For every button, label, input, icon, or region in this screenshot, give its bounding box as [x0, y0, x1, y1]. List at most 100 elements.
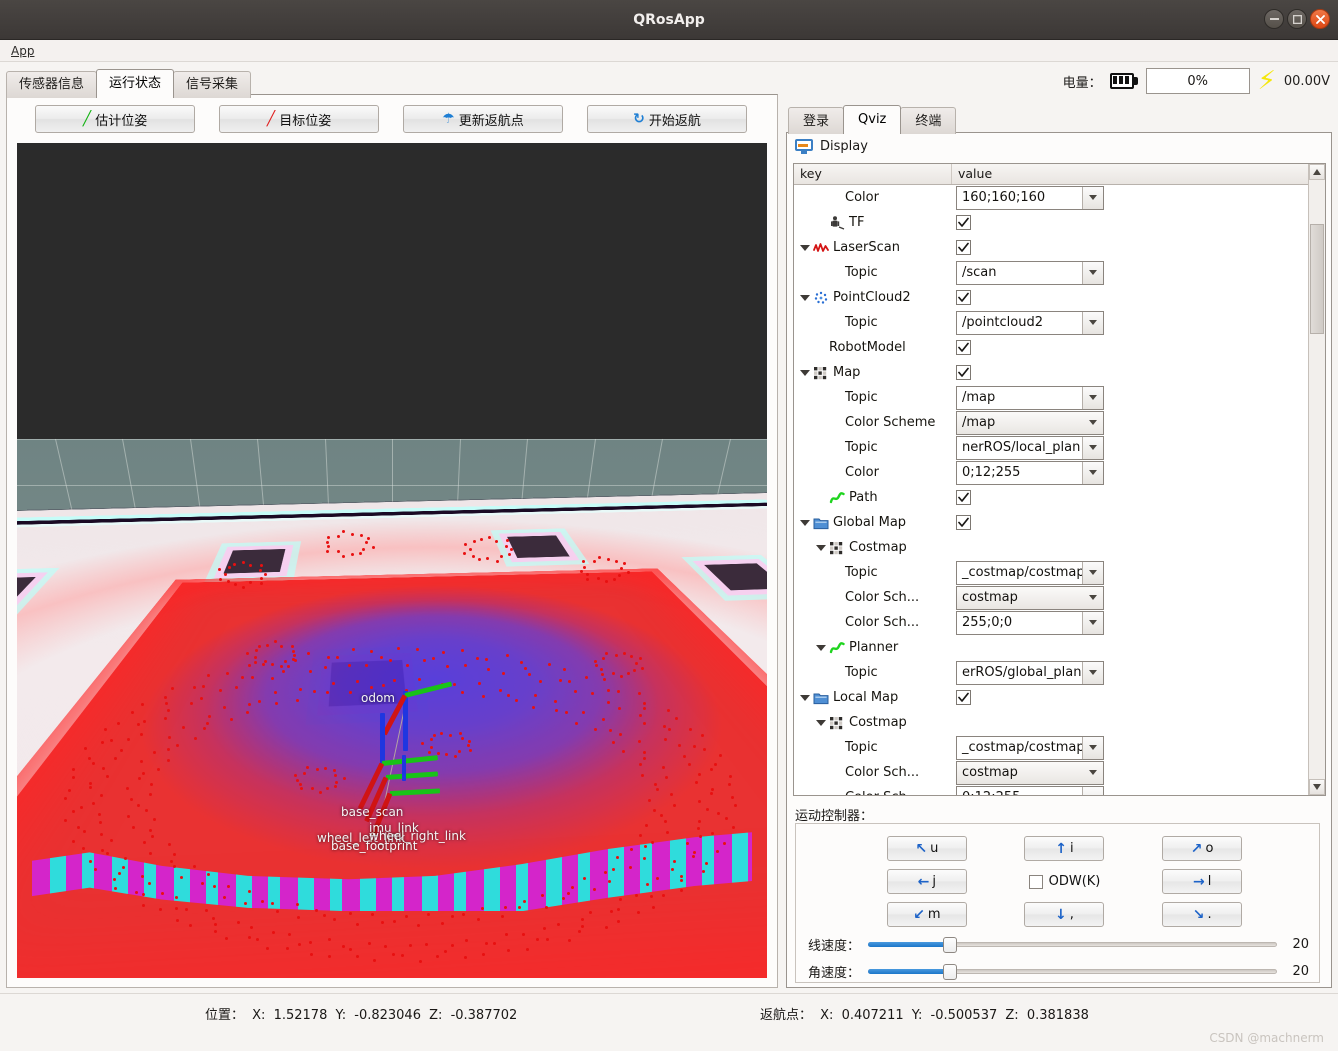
tree-row[interactable]: Topic nerROS/local_plan: [794, 435, 1308, 460]
tree-row[interactable]: Topic _costmap/costmap: [794, 735, 1308, 760]
tab-login[interactable]: 登录: [788, 107, 845, 134]
value-dropdown[interactable]: _costmap/costmap: [956, 735, 1104, 760]
tree-row[interactable]: Topic erROS/global_plan: [794, 660, 1308, 685]
menu-item-app[interactable]: App: [6, 42, 39, 60]
tree-row[interactable]: Planner: [794, 635, 1308, 660]
chevron-down-icon[interactable]: [1082, 587, 1103, 609]
chevron-down-icon[interactable]: [1082, 561, 1103, 584]
checkbox-checked-icon[interactable]: [956, 515, 971, 530]
tab-terminal[interactable]: 终端: [900, 107, 957, 134]
tree-row[interactable]: Topic/map: [794, 385, 1308, 410]
tree-row[interactable]: Topic _costmap/costmap: [794, 560, 1308, 585]
tree-row[interactable]: Costmap: [794, 710, 1308, 735]
value-dropdown[interactable]: /scan: [956, 260, 1104, 285]
move-up-right-button[interactable]: ↗ o: [1162, 836, 1243, 861]
tree-row[interactable]: Color Sch... 0;12;255: [794, 785, 1308, 795]
move-down-right-button[interactable]: ↘ .: [1162, 902, 1243, 927]
value-dropdown[interactable]: /map: [956, 385, 1104, 410]
value-dropdown[interactable]: costmap: [956, 760, 1104, 785]
checkbox-checked-icon[interactable]: [956, 290, 971, 305]
move-right-button[interactable]: → l: [1162, 869, 1243, 894]
chevron-down-icon[interactable]: [798, 691, 811, 704]
chevron-down-icon[interactable]: [1082, 736, 1103, 759]
update-home-point-button[interactable]: ☂ 更新返航点: [403, 105, 563, 133]
value-dropdown[interactable]: _costmap/costmap: [956, 560, 1104, 585]
value-dropdown[interactable]: 255;0;0: [956, 610, 1104, 635]
checkbox-checked-icon[interactable]: [956, 240, 971, 255]
close-icon[interactable]: [1310, 9, 1330, 29]
chevron-down-icon[interactable]: [798, 366, 811, 379]
chevron-down-icon[interactable]: [1082, 386, 1103, 409]
chevron-down-icon[interactable]: [798, 291, 811, 304]
estimate-pose-button[interactable]: ╱ 估计位姿: [35, 105, 195, 133]
chevron-down-icon[interactable]: [1082, 311, 1103, 334]
value-dropdown[interactable]: 160;160;160: [956, 185, 1104, 210]
chevron-down-icon[interactable]: [814, 541, 827, 554]
value-dropdown[interactable]: 0;12;255: [956, 785, 1104, 795]
scroll-down-icon[interactable]: [1309, 779, 1325, 795]
tree-row[interactable]: Color 160;160;160: [794, 185, 1308, 210]
move-left-button[interactable]: ← j: [886, 869, 967, 894]
tree-row[interactable]: Topic/pointcloud2: [794, 310, 1308, 335]
tree-row[interactable]: Global Map: [794, 510, 1308, 535]
tree-row[interactable]: Color Scheme/map: [794, 410, 1308, 435]
chevron-down-icon[interactable]: [1082, 786, 1103, 795]
chevron-down-icon[interactable]: [814, 716, 827, 729]
value-dropdown[interactable]: 0;12;255: [956, 460, 1104, 485]
chevron-down-icon[interactable]: [1082, 762, 1103, 784]
checkbox-checked-icon[interactable]: [956, 690, 971, 705]
odw-checkbox-group[interactable]: ODW(K): [1028, 869, 1100, 894]
chevron-down-icon[interactable]: [1082, 186, 1103, 209]
chevron-down-icon[interactable]: [1082, 412, 1103, 434]
tree-row[interactable]: TF: [794, 210, 1308, 235]
move-forward-button[interactable]: ↑ i: [1024, 836, 1105, 861]
chevron-down-icon[interactable]: [1082, 661, 1103, 684]
value-dropdown[interactable]: nerROS/local_plan: [956, 435, 1104, 460]
move-backward-button[interactable]: ↓ ,: [1024, 902, 1105, 927]
chevron-down-icon[interactable]: [1082, 436, 1103, 459]
angular-speed-knob[interactable]: [942, 963, 957, 980]
tree-row[interactable]: Path: [794, 485, 1308, 510]
chevron-down-icon[interactable]: [1082, 261, 1103, 284]
scrollbar-thumb[interactable]: [1310, 224, 1324, 334]
tree-row[interactable]: Color 0;12;255: [794, 460, 1308, 485]
value-dropdown[interactable]: costmap: [956, 585, 1104, 610]
tab-signal-collection[interactable]: 信号采集: [173, 71, 252, 98]
rviz-3d-viewport[interactable]: base_scan imu_link wheel_left_link wheel…: [17, 143, 767, 978]
value-dropdown[interactable]: /map: [956, 410, 1104, 435]
chevron-down-icon[interactable]: [798, 516, 811, 529]
display-tree[interactable]: key value Color 160;160;160 TF LaserScan Top…: [793, 163, 1326, 796]
start-return-button[interactable]: ↻ 开始返航: [587, 105, 747, 133]
tree-row[interactable]: Color Sch... costmap: [794, 760, 1308, 785]
checkbox-checked-icon[interactable]: [956, 340, 971, 355]
goal-pose-button[interactable]: ╱ 目标位姿: [219, 105, 379, 133]
linear-speed-slider[interactable]: [868, 936, 1277, 954]
chevron-down-icon[interactable]: [814, 641, 827, 654]
display-tree-scrollbar[interactable]: [1308, 164, 1325, 795]
move-down-left-button[interactable]: ↙ m: [886, 902, 967, 927]
odw-checkbox[interactable]: [1028, 874, 1043, 889]
tab-sensor-info[interactable]: 传感器信息: [6, 71, 98, 98]
maximize-icon[interactable]: [1287, 9, 1307, 29]
checkbox-checked-icon[interactable]: [956, 215, 971, 230]
tree-row[interactable]: PointCloud2: [794, 285, 1308, 310]
tree-row[interactable]: LaserScan: [794, 235, 1308, 260]
checkbox-checked-icon[interactable]: [956, 490, 971, 505]
tab-running-status[interactable]: 运行状态: [96, 69, 175, 98]
chevron-down-icon[interactable]: [1082, 461, 1103, 484]
chevron-down-icon[interactable]: [1082, 611, 1103, 634]
tree-row[interactable]: RobotModel: [794, 335, 1308, 360]
move-up-left-button[interactable]: ↖ u: [886, 836, 967, 861]
tree-row[interactable]: Topic/scan: [794, 260, 1308, 285]
value-dropdown[interactable]: erROS/global_plan: [956, 660, 1104, 685]
angular-speed-slider[interactable]: [868, 963, 1277, 981]
minimize-icon[interactable]: [1264, 9, 1284, 29]
linear-speed-knob[interactable]: [942, 936, 957, 953]
value-dropdown[interactable]: /pointcloud2: [956, 310, 1104, 335]
tree-row[interactable]: Map: [794, 360, 1308, 385]
tree-row[interactable]: Local Map: [794, 685, 1308, 710]
checkbox-checked-icon[interactable]: [956, 365, 971, 380]
tab-qviz[interactable]: Qviz: [843, 105, 902, 134]
scroll-up-icon[interactable]: [1309, 164, 1325, 180]
tree-row[interactable]: Color Sch... costmap: [794, 585, 1308, 610]
